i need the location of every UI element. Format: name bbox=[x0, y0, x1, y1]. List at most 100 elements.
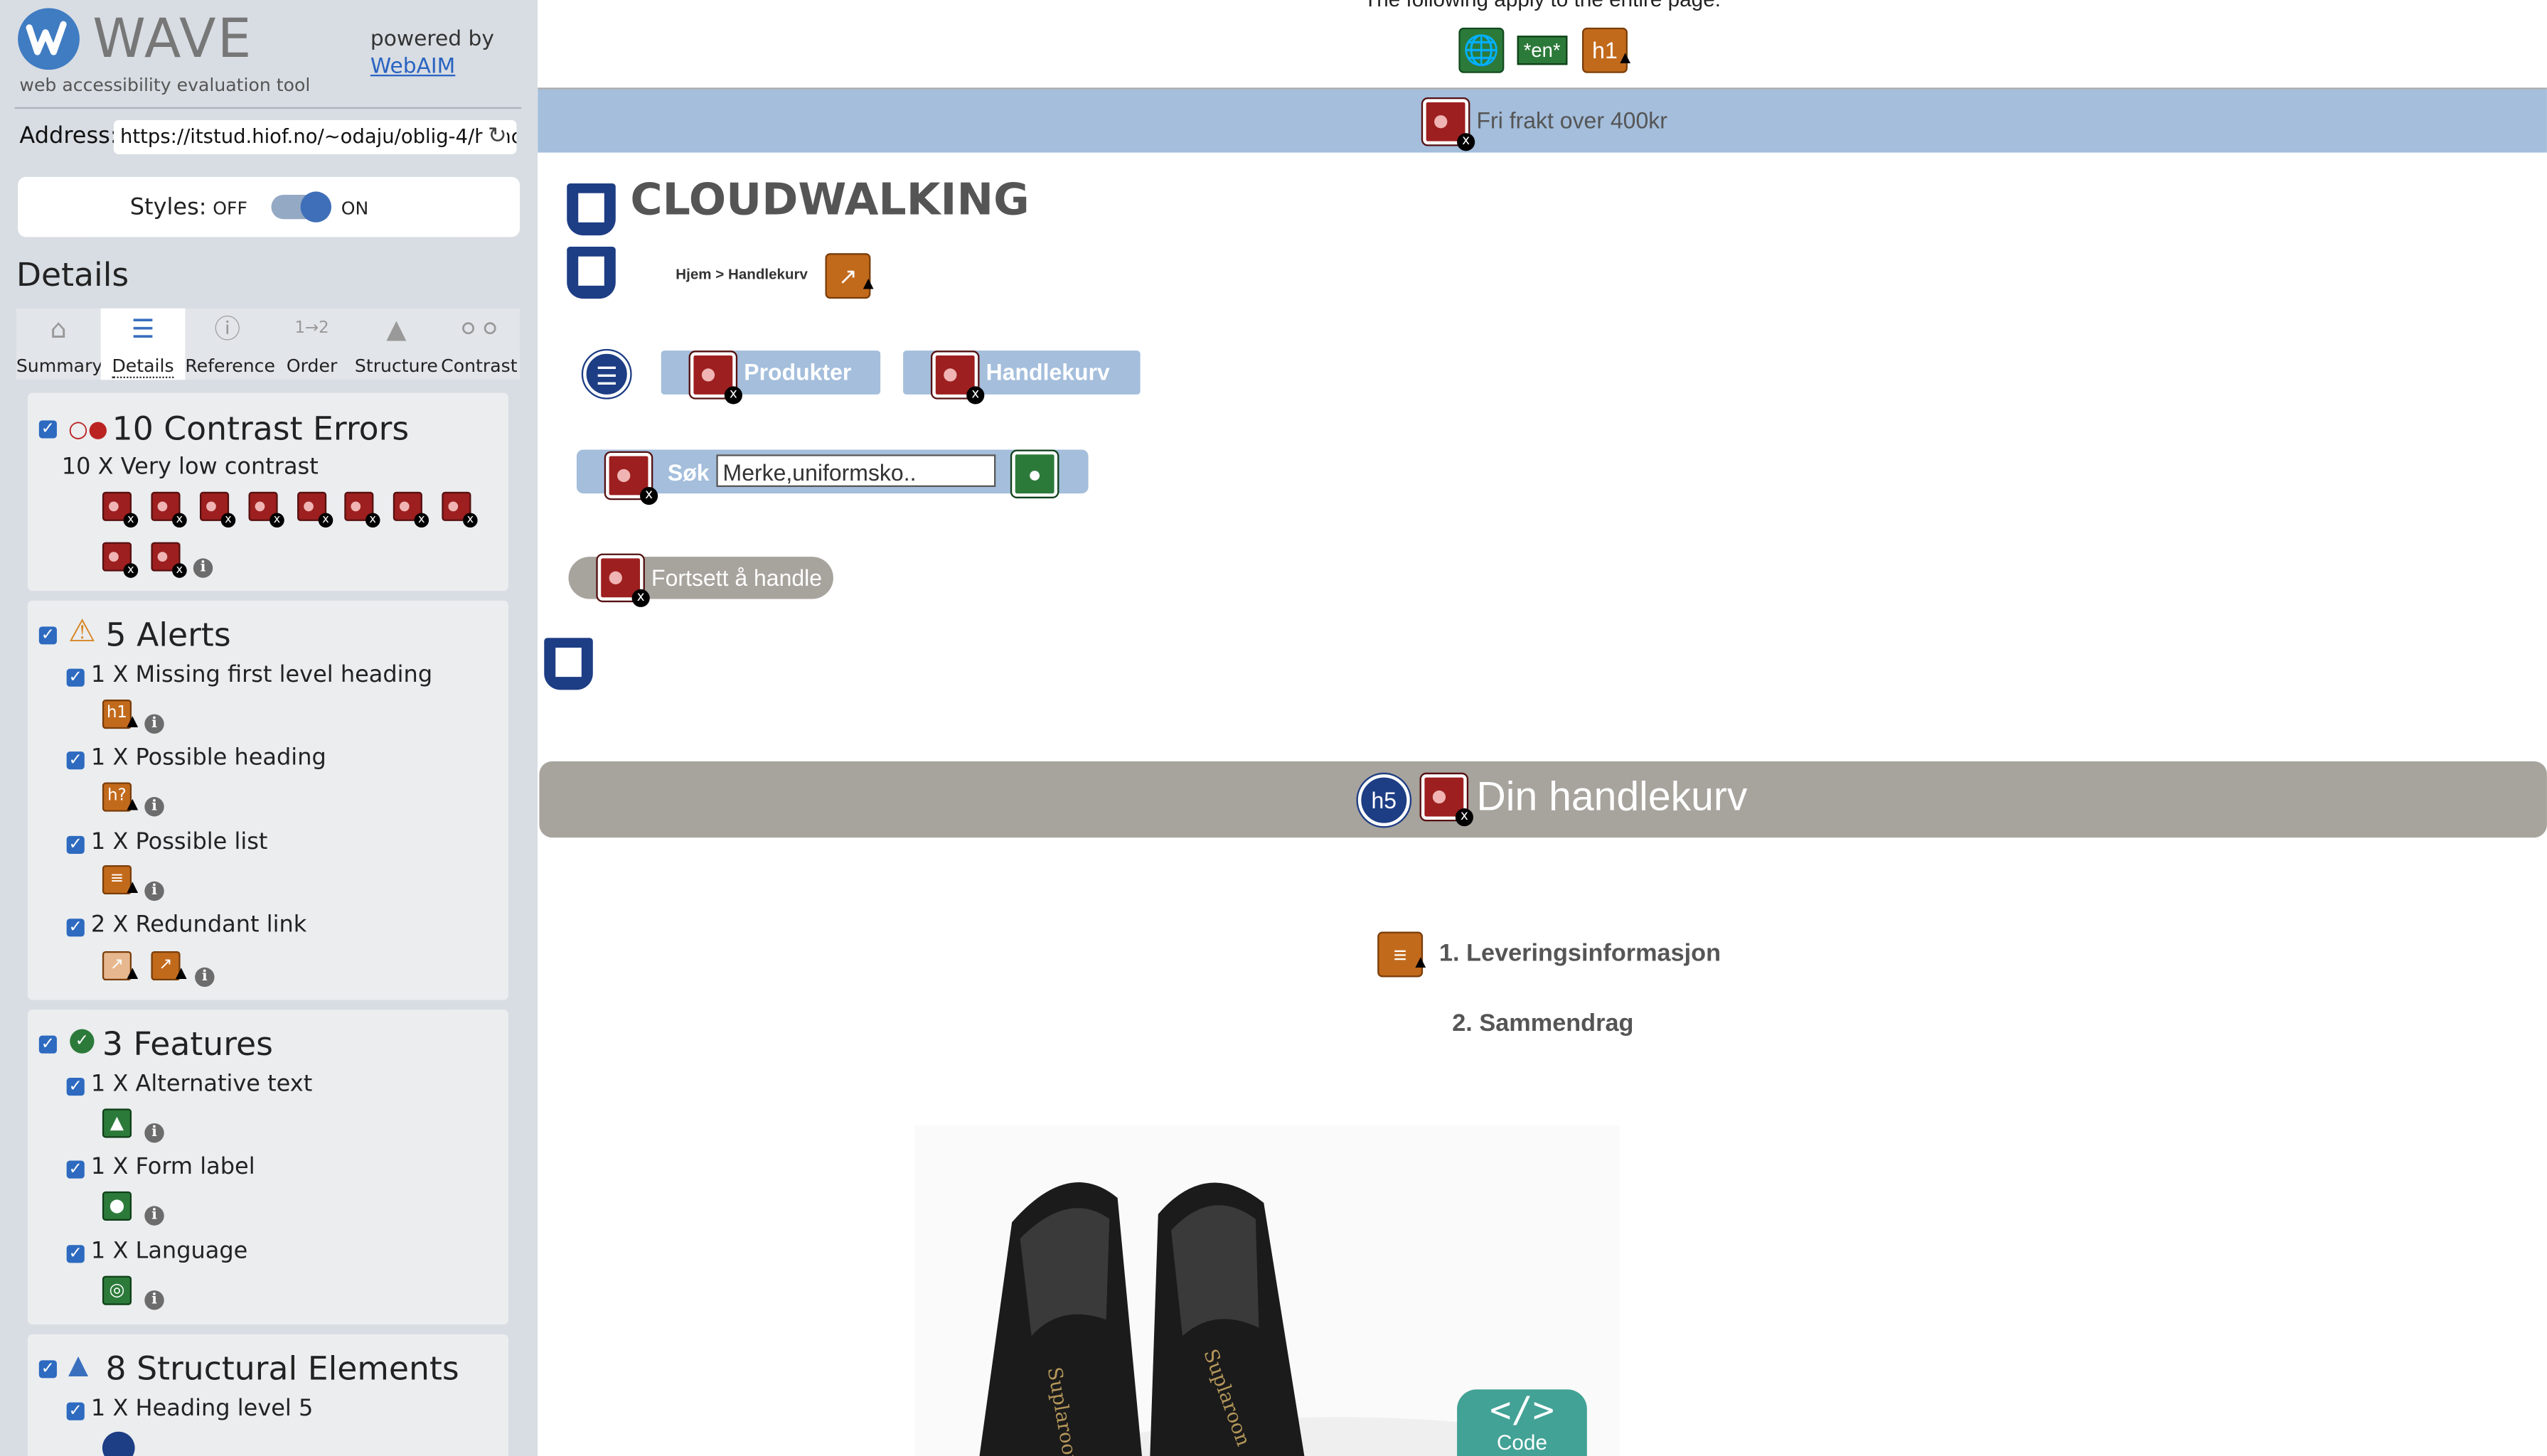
possible-list-icon[interactable]: ≡ ▲ bbox=[1377, 931, 1429, 978]
address-input[interactable]: https://itstud.hiof.no/~odaju/oblig-4/ha… bbox=[113, 119, 517, 154]
wave-subtitle: web accessibility evaluation tool bbox=[19, 75, 311, 96]
home-icon: ⌂ bbox=[50, 313, 67, 345]
styles-label: Styles: bbox=[129, 194, 207, 221]
wave-logo-icon[interactable] bbox=[18, 8, 80, 70]
contrast-error-icon[interactable] bbox=[297, 491, 333, 528]
alert-checkbox[interactable]: ✓ bbox=[66, 751, 85, 770]
contrast-error-icon[interactable] bbox=[344, 491, 380, 528]
contrast-error-icon[interactable] bbox=[393, 491, 429, 528]
contrast-error-icon[interactable] bbox=[596, 553, 650, 607]
styles-toggle[interactable] bbox=[271, 191, 332, 223]
missing-h1-icon[interactable]: h1 ▲ bbox=[1582, 27, 1634, 73]
contrast-error-icon[interactable] bbox=[102, 491, 139, 528]
structural-checkbox[interactable]: ✓ bbox=[38, 1360, 57, 1379]
contrast-error-icon[interactable] bbox=[151, 542, 187, 578]
styles-on-label: ON bbox=[341, 198, 369, 220]
features-checkbox[interactable]: ✓ bbox=[38, 1035, 57, 1054]
contrast-error-icon[interactable] bbox=[930, 350, 985, 405]
contrast-checkbox[interactable]: ✓ bbox=[38, 420, 57, 439]
language-globe-icon[interactable]: 🌐 bbox=[1458, 27, 1505, 73]
info-icon[interactable]: i bbox=[144, 881, 164, 901]
contrast-error-icon[interactable] bbox=[199, 491, 236, 528]
feature-language: 1 X Language bbox=[90, 1238, 248, 1265]
feature-alt-text: 1 X Alternative text bbox=[90, 1071, 313, 1098]
possible-heading-icon[interactable]: h? ▲ bbox=[102, 782, 138, 813]
tab-reference[interactable]: ⓘ Reference bbox=[185, 309, 275, 380]
nav-region-icon[interactable] bbox=[567, 247, 616, 299]
contrast-error-icon[interactable] bbox=[248, 491, 284, 528]
contrast-error-icon[interactable] bbox=[1421, 97, 1475, 151]
alert-possible-heading: 1 X Possible heading bbox=[90, 744, 326, 771]
contrast-error-icon[interactable] bbox=[604, 451, 658, 505]
structural-panel: ✓ ▲ 8 Structural Elements ✓ 1 X Heading … bbox=[27, 1334, 509, 1456]
feature-check-icon: ✓ bbox=[70, 1029, 95, 1054]
structure-icon: ▲ bbox=[68, 1349, 89, 1380]
info-icon[interactable]: i bbox=[144, 797, 164, 817]
info-icon[interactable]: i bbox=[144, 1123, 164, 1143]
panel-tabs: ⌂ Summary ☰ Details ⓘ Reference 1→2 Orde… bbox=[16, 308, 520, 380]
language-badge[interactable]: *en* bbox=[1517, 36, 1567, 65]
h5-icon[interactable]: h5 bbox=[1356, 772, 1412, 828]
webaim-link[interactable]: WebAIM bbox=[370, 55, 455, 80]
address-value: https://itstud.hiof.no/~odaju/oblig-4/ha… bbox=[120, 124, 517, 148]
code-button[interactable]: </> Code bbox=[1457, 1389, 1587, 1456]
contrast-error-icon[interactable] bbox=[688, 350, 742, 405]
tab-order[interactable]: 1→2 Order bbox=[269, 309, 354, 380]
list-icon[interactable]: ☰ bbox=[581, 348, 632, 400]
alerts-title: 5 Alerts bbox=[105, 615, 231, 655]
structural-title: 8 Structural Elements bbox=[105, 1349, 459, 1388]
feature-checkbox[interactable]: ✓ bbox=[66, 1245, 85, 1263]
contrast-errors-title: 10 Contrast Errors bbox=[112, 409, 410, 449]
contrast-error-icon[interactable] bbox=[442, 491, 478, 528]
contrast-error-icon[interactable] bbox=[102, 542, 139, 578]
tab-order-label: Order bbox=[286, 355, 338, 377]
alert-checkbox[interactable]: ✓ bbox=[66, 919, 85, 937]
tag-icon[interactable]: ● bbox=[102, 1191, 132, 1221]
alerts-panel: ✓ ⚠ 5 Alerts ✓ 1 X Missing first level h… bbox=[27, 600, 509, 1000]
missing-h1-icon[interactable]: h1 ▲ bbox=[102, 700, 138, 730]
step-summary: 2. Sammendrag bbox=[1452, 1010, 1634, 1037]
nav-handlekurv-label: Handlekurv bbox=[986, 358, 1110, 385]
info-icon[interactable]: i bbox=[144, 1206, 164, 1226]
alerts-checkbox[interactable]: ✓ bbox=[38, 626, 57, 645]
feature-checkbox[interactable]: ✓ bbox=[66, 1078, 85, 1096]
structural-item-checkbox[interactable]: ✓ bbox=[66, 1402, 85, 1420]
nav-produkter-label: Produkter bbox=[744, 358, 852, 385]
tab-contrast[interactable]: ⚪⚪ Contrast bbox=[439, 309, 520, 380]
contrast-error-icon[interactable] bbox=[1419, 772, 1473, 827]
redundant-link-icon[interactable]: ↗ ▲ bbox=[825, 253, 877, 299]
h5-icon[interactable] bbox=[102, 1431, 135, 1456]
search-input[interactable]: Merke,uniformsko.. bbox=[716, 454, 996, 487]
tab-structure[interactable]: ▲ Structure bbox=[354, 309, 439, 380]
shipping-banner-text: Fri frakt over 400kr bbox=[1476, 107, 1667, 134]
main-region-icon[interactable] bbox=[544, 638, 593, 690]
header-region-icon[interactable] bbox=[567, 183, 616, 236]
styles-panel: Styles: OFF ON bbox=[18, 176, 520, 237]
info-icon[interactable]: i bbox=[193, 558, 213, 578]
possible-list-icon[interactable]: ≡ ▲ bbox=[102, 864, 138, 896]
info-icon[interactable]: i bbox=[144, 1290, 164, 1310]
globe-icon[interactable]: ◎ bbox=[102, 1275, 132, 1305]
image-icon[interactable]: ▲ bbox=[102, 1108, 132, 1138]
redundant-link-icon[interactable]: ↗ ▲ bbox=[102, 951, 138, 982]
page-preview: The following apply to the entire page: … bbox=[538, 0, 2547, 1456]
tab-summary[interactable]: ⌂ Summary bbox=[16, 309, 103, 380]
reload-icon[interactable]: ↻ bbox=[483, 119, 507, 154]
alert-checkbox[interactable]: ✓ bbox=[66, 668, 85, 687]
toggle-knob bbox=[300, 191, 332, 223]
tab-structure-label: Structure bbox=[354, 355, 438, 377]
tab-details[interactable]: ☰ Details bbox=[100, 308, 186, 380]
contrast-error-icon[interactable] bbox=[151, 491, 187, 528]
feature-checkbox[interactable]: ✓ bbox=[66, 1160, 85, 1179]
divider bbox=[14, 107, 522, 109]
info-icon[interactable]: i bbox=[195, 967, 215, 987]
alert-checkbox[interactable]: ✓ bbox=[66, 835, 85, 854]
breadcrumb[interactable]: Hjem > Handlekurv bbox=[676, 266, 808, 282]
nav-produkter[interactable]: Produkter bbox=[661, 350, 881, 405]
form-label-tag-icon[interactable]: ● bbox=[1010, 449, 1059, 498]
redundant-link-icon[interactable]: ↗ ▲ bbox=[151, 951, 187, 982]
info-icon[interactable]: i bbox=[144, 714, 164, 734]
nav-handlekurv[interactable]: Handlekurv bbox=[903, 350, 1141, 405]
tab-summary-label: Summary bbox=[16, 355, 103, 377]
very-low-contrast-item: 10 X Very low contrast bbox=[61, 454, 319, 481]
